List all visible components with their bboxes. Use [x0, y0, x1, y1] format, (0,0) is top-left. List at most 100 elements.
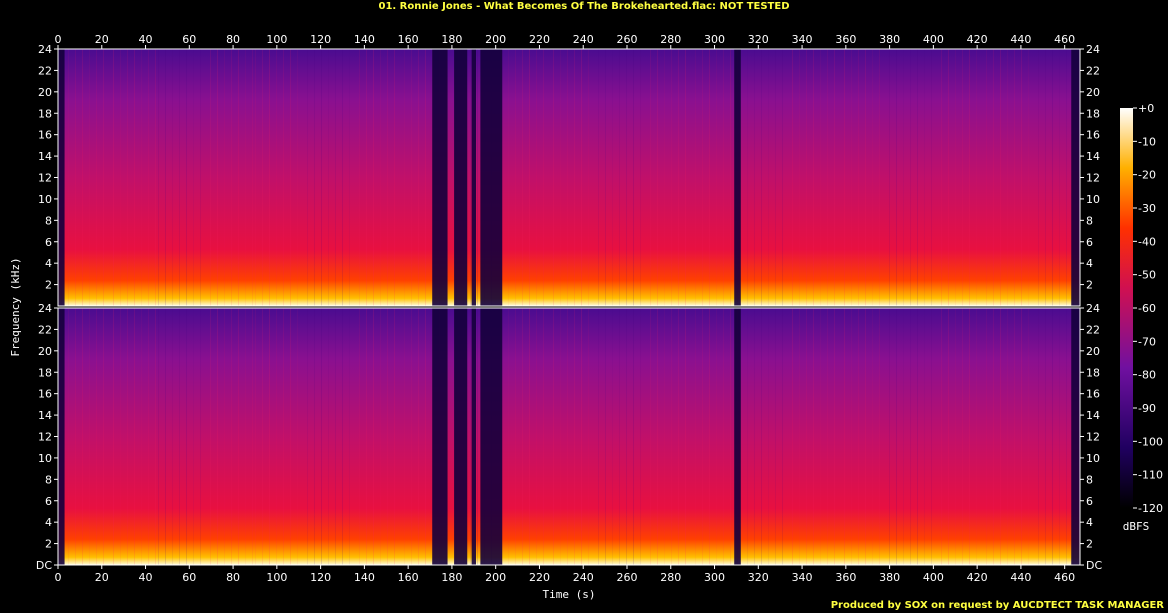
- quiet-region: [432, 49, 448, 306]
- spectrogram-streak: [993, 49, 994, 306]
- spectrogram-streak: [633, 49, 634, 306]
- spectrogram-streak: [238, 49, 239, 306]
- spectrogram-streak: [335, 49, 336, 306]
- spectrogram-streak: [931, 308, 932, 565]
- spectrogram-streak: [806, 308, 807, 565]
- spectrogram-streak: [626, 308, 627, 565]
- spectrogram-streak: [165, 308, 166, 565]
- spectrogram-streak: [335, 308, 336, 565]
- spectrogram-streak: [664, 49, 665, 306]
- y-tick-label: 18: [1086, 107, 1100, 120]
- spectrogram-streak: [695, 49, 696, 306]
- y-tick-label: 20: [1086, 345, 1100, 358]
- spectrogram-streak: [865, 308, 866, 565]
- spectrogram-streak: [716, 308, 717, 565]
- spectrogram-streak: [896, 49, 897, 306]
- spectrogram-streak: [709, 49, 710, 306]
- spectrogram-streak: [1007, 308, 1008, 565]
- spectrogram-streak: [314, 49, 315, 306]
- x-tick-label: 240: [573, 33, 594, 46]
- spectrogram-streak: [820, 49, 821, 306]
- y-tick-label: 16: [1086, 129, 1100, 142]
- spectrogram-streak: [366, 49, 367, 306]
- colorbar-tick-label: -90: [1138, 402, 1156, 415]
- y-tick-label: 24: [1086, 302, 1100, 315]
- y-tick-label: 14: [38, 409, 52, 422]
- spectrogram-streak: [657, 49, 658, 306]
- spectrogram-streak: [851, 49, 852, 306]
- spectrogram-streak: [522, 49, 523, 306]
- spectrogram-streak: [314, 308, 315, 565]
- spectrogram-streak: [969, 49, 970, 306]
- spectrogram-streak: [103, 308, 104, 565]
- spectrogram-streak: [1000, 308, 1001, 565]
- spectrogram-streak: [1028, 49, 1029, 306]
- spectrogram-streak: [359, 49, 360, 306]
- spectrogram-streak: [148, 49, 149, 306]
- spectrogram-streak: [321, 49, 322, 306]
- spectrogram-streak: [543, 49, 544, 306]
- spectrogram-streak: [515, 49, 516, 306]
- spectrogram-streak: [418, 49, 419, 306]
- spectrogram-streak: [172, 49, 173, 306]
- spectrogram-streak: [858, 308, 859, 565]
- y-tick-label: 6: [1086, 236, 1093, 249]
- spectrogram-streak: [477, 49, 478, 306]
- spectrogram-streak: [941, 308, 942, 565]
- spectrogram-streak: [245, 49, 246, 306]
- footer-credit: Produced by SOX on request by AUCDTECT T…: [830, 600, 1164, 611]
- spectrogram-streak: [477, 308, 478, 565]
- spectrogram-streak: [373, 308, 374, 565]
- spectrogram-streak: [872, 49, 873, 306]
- spectrogram-channel-top: [58, 49, 1080, 306]
- spectrogram-streak: [245, 308, 246, 565]
- spectrogram-streak: [290, 308, 291, 565]
- x-tick-label: 180: [441, 33, 462, 46]
- x-tick-label: 380: [879, 571, 900, 584]
- spectrogram-streak: [252, 308, 253, 565]
- colorbar-label: dBFS: [1123, 520, 1150, 533]
- x-tick-label: 360: [835, 33, 856, 46]
- spectrogram-streak: [425, 49, 426, 306]
- spectrogram-streak: [626, 49, 627, 306]
- spectrogram-streak: [671, 49, 672, 306]
- spectrogram-streak: [782, 308, 783, 565]
- spectrogram-streak: [120, 308, 121, 565]
- quiet-region: [1071, 308, 1080, 565]
- spectrogram-streak: [671, 308, 672, 565]
- x-tick-label: 200: [485, 571, 506, 584]
- spectrogram-streak: [844, 49, 845, 306]
- x-tick-label: 140: [354, 571, 375, 584]
- spectrogram-streak: [553, 308, 554, 565]
- spectrogram-streak: [754, 49, 755, 306]
- x-tick-label: 100: [266, 33, 287, 46]
- spectrogram-streak: [730, 49, 731, 306]
- spectrogram-streak: [387, 308, 388, 565]
- x-tick-label: 440: [1010, 571, 1031, 584]
- spectrogram-streak: [1014, 49, 1015, 306]
- spectrogram-streak: [872, 308, 873, 565]
- spectrogram-streak: [179, 49, 180, 306]
- y-tick-label: 16: [1086, 388, 1100, 401]
- x-tick-label: 160: [398, 571, 419, 584]
- spectrogram-streak: [986, 49, 987, 306]
- spectrogram-streak: [792, 49, 793, 306]
- spectrogram-streak: [716, 49, 717, 306]
- x-tick-label: 420: [967, 571, 988, 584]
- spectrogram-streak: [633, 308, 634, 565]
- colorbar: [1120, 108, 1133, 508]
- spectrogram-streak: [917, 49, 918, 306]
- spectrogram-streak: [851, 308, 852, 565]
- spectrogram-streak: [553, 49, 554, 306]
- spectrogram-streak: [255, 49, 256, 306]
- spectrogram-streak: [127, 49, 128, 306]
- x-tick-label: 280: [660, 33, 681, 46]
- y-tick-label: 22: [1086, 323, 1100, 336]
- spectrogram-streak: [141, 308, 142, 565]
- spectrogram-streak: [342, 49, 343, 306]
- y-tick-label: 2: [1086, 279, 1093, 292]
- spectrogram-streak: [75, 49, 76, 306]
- spectrogram-streak: [113, 308, 114, 565]
- spectrogram-streak: [976, 49, 977, 306]
- spectrogram-streak: [411, 49, 412, 306]
